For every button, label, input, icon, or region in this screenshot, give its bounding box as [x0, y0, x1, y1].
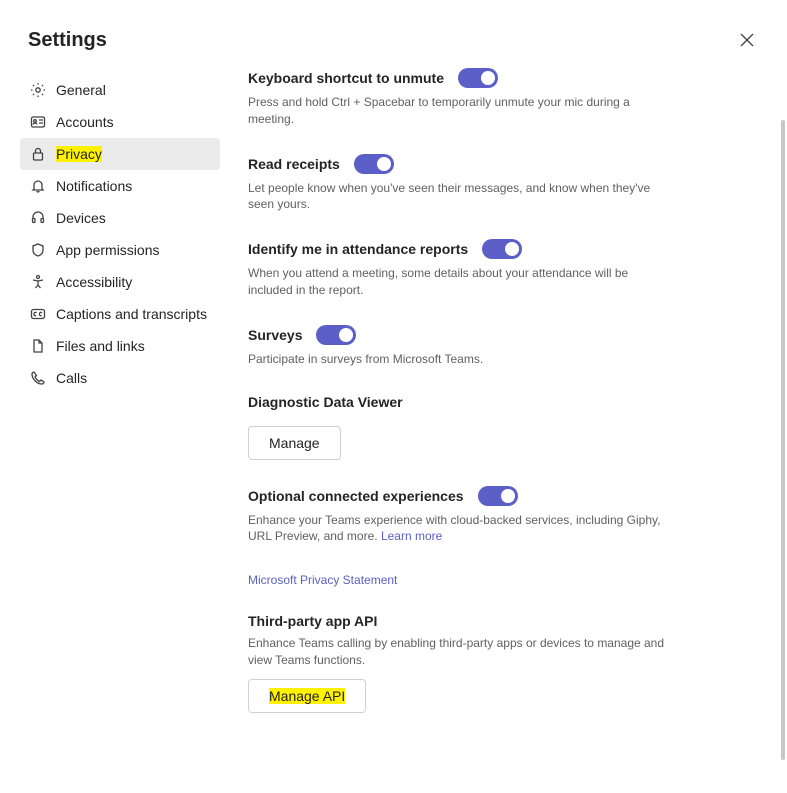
- section-third-party-api: Third-party app API Enhance Teams callin…: [248, 613, 747, 713]
- toggle-attendance[interactable]: [482, 239, 522, 259]
- close-button[interactable]: [735, 28, 759, 52]
- sidebar-item-label: Notifications: [56, 178, 132, 194]
- lock-icon: [30, 146, 46, 162]
- content-pane: Keyboard shortcut to unmute Press and ho…: [220, 68, 787, 779]
- sidebar-item-label: Captions and transcripts: [56, 306, 207, 322]
- toggle-surveys[interactable]: [316, 325, 356, 345]
- scrollbar[interactable]: [781, 120, 785, 760]
- sidebar-item-files-links[interactable]: Files and links: [20, 330, 220, 362]
- section-keyboard-unmute: Keyboard shortcut to unmute Press and ho…: [248, 68, 747, 128]
- sidebar-item-devices[interactable]: Devices: [20, 202, 220, 234]
- sidebar-item-calls[interactable]: Calls: [20, 362, 220, 394]
- sidebar-item-label: App permissions: [56, 242, 160, 258]
- gear-icon: [30, 82, 46, 98]
- headset-icon: [30, 210, 46, 226]
- section-title: Keyboard shortcut to unmute: [248, 70, 444, 86]
- section-desc: When you attend a meeting, some details …: [248, 265, 668, 299]
- learn-more-link[interactable]: Learn more: [381, 529, 442, 543]
- section-title: Third-party app API: [248, 613, 377, 629]
- sidebar-item-label: Privacy: [56, 146, 102, 162]
- captions-icon: [30, 306, 46, 322]
- file-icon: [30, 338, 46, 354]
- section-surveys: Surveys Participate in surveys from Micr…: [248, 325, 747, 368]
- sidebar-item-accessibility[interactable]: Accessibility: [20, 266, 220, 298]
- sidebar-item-label: Accounts: [56, 114, 114, 130]
- toggle-read-receipts[interactable]: [354, 154, 394, 174]
- section-title: Diagnostic Data Viewer: [248, 394, 403, 410]
- sidebar-item-label: Files and links: [56, 338, 145, 354]
- section-attendance: Identify me in attendance reports When y…: [248, 239, 747, 299]
- sidebar-item-notifications[interactable]: Notifications: [20, 170, 220, 202]
- page-title: Settings: [28, 29, 107, 52]
- section-title: Optional connected experiences: [248, 488, 464, 504]
- card-icon: [30, 114, 46, 130]
- section-title: Surveys: [248, 327, 302, 343]
- toggle-optional-experiences[interactable]: [478, 486, 518, 506]
- bell-icon: [30, 178, 46, 194]
- manage-diagnostic-button[interactable]: Manage: [248, 426, 341, 460]
- sidebar-item-label: Devices: [56, 210, 106, 226]
- section-desc: Let people know when you've seen their m…: [248, 180, 668, 214]
- sidebar-item-general[interactable]: General: [20, 74, 220, 106]
- section-title: Identify me in attendance reports: [248, 241, 468, 257]
- sidebar-item-captions[interactable]: Captions and transcripts: [20, 298, 220, 330]
- phone-icon: [30, 370, 46, 386]
- sidebar-item-label: Calls: [56, 370, 87, 386]
- sidebar-item-label: Accessibility: [56, 274, 132, 290]
- sidebar: General Accounts Privacy Notifications D: [20, 68, 220, 779]
- manage-api-button[interactable]: Manage API: [248, 679, 366, 713]
- close-icon: [740, 33, 754, 47]
- section-desc: Participate in surveys from Microsoft Te…: [248, 351, 668, 368]
- accessibility-icon: [30, 274, 46, 290]
- sidebar-item-privacy[interactable]: Privacy: [20, 138, 220, 170]
- section-optional-experiences: Optional connected experiences Enhance y…: [248, 486, 747, 546]
- section-title: Read receipts: [248, 156, 340, 172]
- section-desc: Press and hold Ctrl + Spacebar to tempor…: [248, 94, 668, 128]
- section-desc: Enhance Teams calling by enabling third-…: [248, 635, 668, 669]
- section-diagnostic: Diagnostic Data Viewer Manage: [248, 394, 747, 460]
- toggle-keyboard-unmute[interactable]: [458, 68, 498, 88]
- shield-icon: [30, 242, 46, 258]
- sidebar-item-app-permissions[interactable]: App permissions: [20, 234, 220, 266]
- section-desc: Enhance your Teams experience with cloud…: [248, 512, 668, 546]
- sidebar-item-label: General: [56, 82, 106, 98]
- sidebar-item-accounts[interactable]: Accounts: [20, 106, 220, 138]
- section-read-receipts: Read receipts Let people know when you'v…: [248, 154, 747, 214]
- privacy-statement-link[interactable]: Microsoft Privacy Statement: [248, 573, 397, 587]
